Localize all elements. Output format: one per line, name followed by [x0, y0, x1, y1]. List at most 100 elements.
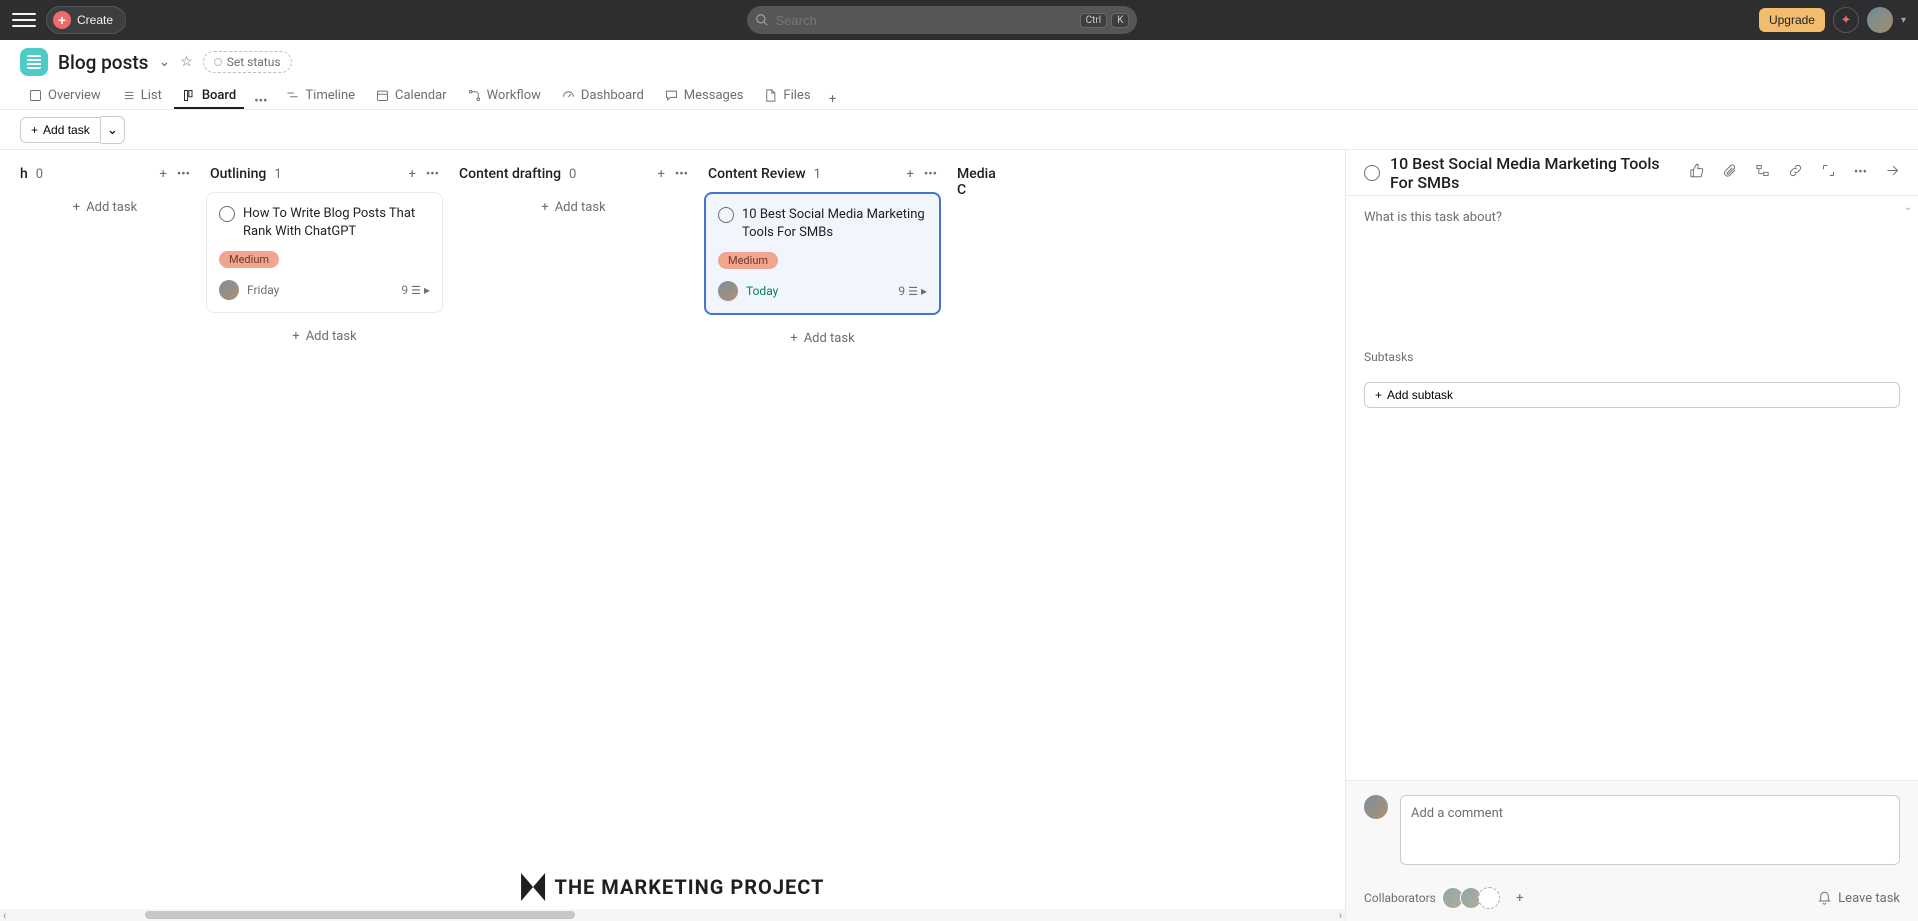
comment-input[interactable]: Add a comment [1400, 795, 1900, 865]
tab-overview[interactable]: Overview [20, 84, 109, 109]
task-description[interactable]: What is this task about? ⌄ [1346, 196, 1918, 346]
board-toolbar: + Add task ⌄ [0, 110, 1918, 150]
horizontal-scrollbar[interactable] [0, 909, 1345, 921]
complete-task-icon[interactable] [1364, 165, 1380, 181]
add-tab-button[interactable]: + [823, 89, 843, 109]
board-column: Content Review 1 + ••• 10 Best Social Med… [698, 160, 947, 921]
due-date: Friday [247, 283, 279, 297]
search-input[interactable]: Ctrl K [747, 6, 1137, 34]
tab-timeline[interactable]: Timeline [277, 84, 363, 109]
column-add-icon[interactable]: + [408, 167, 415, 182]
create-button[interactable]: + Create [46, 6, 126, 34]
column-add-icon[interactable]: + [159, 167, 166, 182]
column-title: Media C [957, 166, 997, 198]
attachment-icon[interactable] [1722, 163, 1737, 182]
add-subtask-button[interactable]: + Add subtask [1364, 382, 1900, 408]
upgrade-button[interactable]: Upgrade [1759, 8, 1825, 32]
task-title: How To Write Blog Posts That Rank With C… [243, 205, 430, 241]
menu-icon[interactable] [12, 8, 36, 32]
add-task-inline[interactable]: + Add task [206, 321, 443, 352]
board-column: h 0 + ••• + Add task [10, 160, 200, 921]
add-collaborator-button[interactable]: + [1510, 888, 1530, 908]
tab-workflow[interactable]: Workflow [459, 84, 549, 109]
tab-board[interactable]: Board [174, 84, 244, 109]
column-count: 1 [814, 167, 821, 182]
project-title[interactable]: Blog posts [58, 51, 148, 74]
task-card[interactable]: 10 Best Social Media Marketing Tools For… [704, 192, 941, 315]
tab-list[interactable]: List [113, 84, 170, 109]
sparkle-icon[interactable]: ✦ [1833, 7, 1859, 33]
logo-icon [521, 873, 545, 901]
tab-calendar[interactable]: Calendar [367, 84, 455, 109]
plus-icon: + [53, 11, 71, 29]
subtask-count: 9☰▸ [898, 284, 927, 298]
subtask-icon: ☰ [908, 285, 918, 298]
column-count: 0 [36, 167, 43, 182]
board-column: Outlining 1 +••• How To Write Blog Posts… [200, 160, 449, 921]
subtask-count: 9☰▸ [401, 283, 430, 297]
column-title: Content drafting [459, 166, 561, 182]
fullscreen-icon[interactable] [1821, 163, 1836, 182]
create-label: Create [77, 13, 113, 27]
more-icon[interactable]: ••• [1854, 165, 1867, 180]
add-task-inline[interactable]: + Add task [16, 192, 194, 223]
scrollbar-thumb[interactable] [145, 911, 575, 919]
close-panel-icon[interactable] [1885, 163, 1900, 182]
chevron-down-icon[interactable]: ▾ [1901, 15, 1906, 26]
caret-icon: ⌄ [1904, 202, 1912, 213]
task-panel-title[interactable]: 10 Best Social Media Marketing Tools For… [1390, 154, 1679, 192]
set-status-pill[interactable]: Set status [203, 51, 292, 73]
column-count: 0 [569, 167, 576, 182]
due-date: Today [746, 284, 778, 298]
project-header: Blog posts ⌄ ☆ Set status Overview List … [0, 40, 1918, 110]
task-detail-panel: 10 Best Social Media Marketing Tools For… [1345, 150, 1918, 921]
tab-board-more-icon[interactable]: ••• [248, 94, 273, 109]
link-icon[interactable] [1788, 163, 1803, 182]
leave-task-button[interactable]: Leave task [1817, 891, 1900, 906]
column-title: Content Review [708, 166, 806, 182]
assignee-avatar[interactable] [718, 281, 738, 301]
bell-icon [1817, 891, 1832, 906]
tab-dashboard[interactable]: Dashboard [553, 84, 652, 109]
assignee-avatar[interactable] [219, 280, 239, 300]
user-avatar[interactable] [1867, 7, 1893, 33]
status-dot-icon [214, 58, 222, 66]
collaborator-placeholder-icon[interactable] [1478, 887, 1500, 909]
chevron-right-icon: ▸ [424, 283, 430, 297]
chevron-right-icon: ▸ [921, 284, 927, 298]
subtasks-label: Subtasks [1346, 346, 1918, 370]
complete-task-icon[interactable] [718, 207, 734, 223]
tab-messages[interactable]: Messages [656, 84, 752, 109]
collaborators-label: Collaborators [1364, 891, 1436, 905]
add-task-inline[interactable]: + Add task [455, 192, 692, 223]
star-icon[interactable]: ☆ [180, 54, 193, 70]
add-task-inline[interactable]: + Add task [704, 323, 941, 354]
tab-files[interactable]: Files [755, 84, 818, 109]
search-icon [755, 13, 769, 27]
subtask-icon: ☰ [411, 284, 421, 297]
add-task-dropdown[interactable]: ⌄ [101, 116, 125, 144]
column-more-icon[interactable]: ••• [924, 167, 937, 182]
board-column: Content drafting 0 + ••• + Add task [449, 160, 698, 921]
column-add-icon[interactable]: + [906, 167, 913, 182]
user-avatar [1364, 795, 1388, 819]
project-icon[interactable] [20, 48, 48, 76]
column-more-icon[interactable]: ••• [426, 167, 439, 182]
search-field[interactable] [775, 13, 1073, 28]
priority-badge: Medium [718, 252, 778, 269]
task-card[interactable]: How To Write Blog Posts That Rank With C… [206, 192, 443, 313]
column-title: h [20, 166, 28, 182]
add-task-button[interactable]: + Add task [20, 117, 101, 143]
chevron-down-icon[interactable]: ⌄ [158, 54, 170, 70]
subtask-icon[interactable] [1755, 163, 1770, 182]
column-more-icon[interactable]: ••• [675, 167, 688, 182]
like-icon[interactable] [1689, 163, 1704, 182]
task-title: 10 Best Social Media Marketing Tools For… [742, 206, 927, 242]
topbar: + Create Ctrl K Upgrade ✦ ▾ [0, 0, 1918, 40]
column-add-icon[interactable]: + [657, 167, 664, 182]
column-more-icon[interactable]: ••• [177, 167, 190, 182]
collaborator-avatars [1446, 887, 1500, 909]
complete-task-icon[interactable] [219, 206, 235, 222]
priority-badge: Medium [219, 251, 279, 268]
board-column: Media C [947, 160, 1007, 921]
